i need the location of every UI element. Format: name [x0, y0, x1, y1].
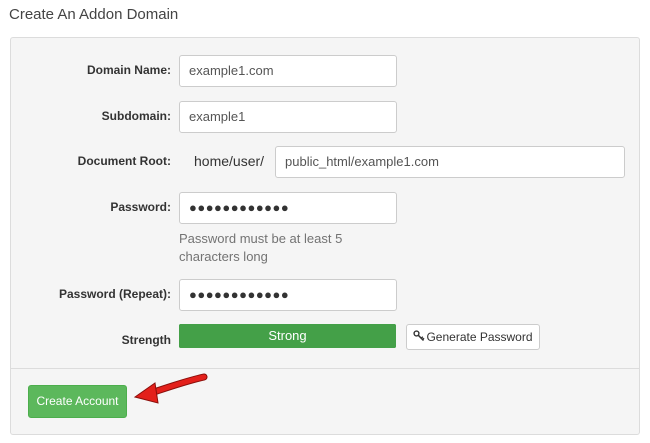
strength-label: Strength — [121, 333, 171, 347]
password-repeat-label: Password (Repeat): — [58, 287, 171, 301]
strength-text: Strong — [268, 328, 307, 343]
document-root-label: Document Root: — [77, 154, 171, 168]
password-label: Password: — [110, 200, 171, 214]
key-icon — [413, 326, 425, 350]
password-help-line-2: characters long — [179, 249, 268, 264]
strength-meter: Strong — [179, 324, 396, 348]
page-title: Create An Addon Domain — [9, 6, 179, 23]
password-input[interactable]: ●●●●●●●●●●●● — [179, 192, 397, 224]
password-help-line-1: Password must be at least 5 — [179, 231, 343, 246]
generate-password-label: Generate Password — [426, 330, 533, 344]
document-root-input[interactable]: public_html/example1.com — [275, 146, 625, 178]
domain-name-input[interactable]: example1.com — [179, 55, 397, 87]
generate-password-button[interactable]: Generate Password — [406, 324, 540, 350]
form-footer-divider — [11, 368, 639, 369]
password-help-text: Password must be at least 5 characters l… — [179, 230, 342, 266]
domain-name-label: Domain Name: — [86, 63, 171, 77]
addon-domain-form-panel: Domain Name: example1.com Subdomain: exa… — [10, 37, 640, 435]
subdomain-input[interactable]: example1 — [179, 101, 397, 133]
document-root-prefix: home/user/ — [194, 153, 265, 169]
subdomain-label: Subdomain: — [101, 109, 171, 123]
password-repeat-input[interactable]: ●●●●●●●●●●●● — [179, 279, 397, 311]
red-arrow-icon — [133, 373, 208, 404]
create-account-button[interactable]: Create Account — [28, 385, 127, 418]
